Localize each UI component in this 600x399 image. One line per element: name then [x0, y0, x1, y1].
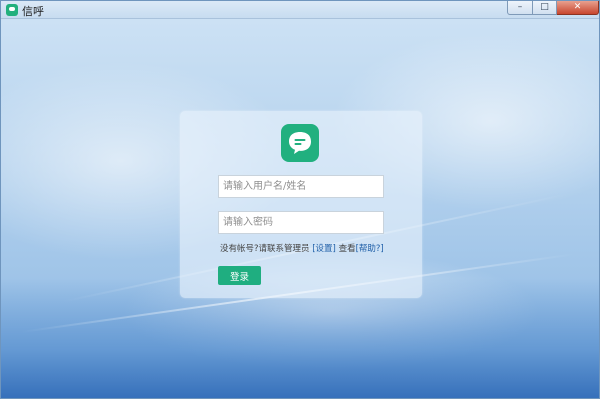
maximize-button[interactable]: □: [533, 1, 557, 15]
title-bar[interactable]: 信呼 – □ ✕: [1, 1, 599, 19]
login-button[interactable]: 登录: [218, 266, 261, 285]
window-title: 信呼: [22, 5, 44, 18]
app-window: 信呼 – □ ✕ 没有帐号?请联系管理员 [设置] 查看[帮助?] 登录: [0, 0, 600, 399]
password-input[interactable]: [218, 211, 384, 234]
login-panel: 没有帐号?请联系管理员 [设置] 查看[帮助?] 登录: [180, 111, 422, 298]
hint-text: 没有帐号?请联系管理员: [220, 244, 310, 254]
close-button[interactable]: ✕: [557, 1, 599, 15]
username-input[interactable]: [218, 175, 384, 198]
chat-bubble-icon: [281, 124, 319, 162]
chat-bubble-icon: [6, 4, 18, 16]
window-controls: – □ ✕: [507, 1, 599, 15]
minimize-button[interactable]: –: [507, 1, 533, 15]
help-link[interactable]: [帮助?]: [356, 244, 384, 254]
settings-link[interactable]: [设置]: [312, 244, 336, 254]
chat-bubble-icon: [289, 132, 311, 154]
view-text: 查看: [338, 244, 356, 254]
account-hint: 没有帐号?请联系管理员 [设置] 查看[帮助?]: [220, 242, 410, 254]
